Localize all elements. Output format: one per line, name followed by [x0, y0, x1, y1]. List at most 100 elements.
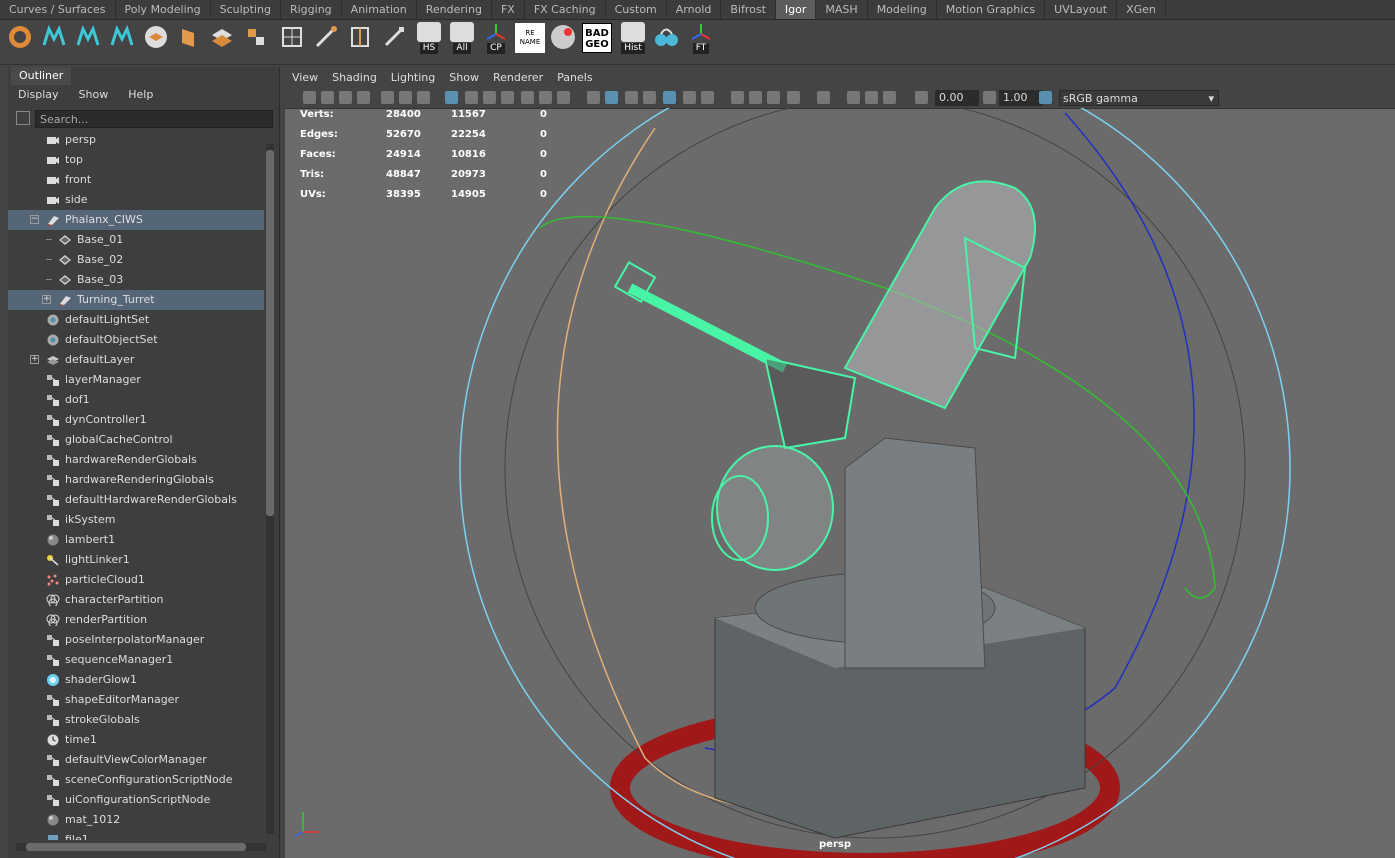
box-icon[interactable]	[174, 23, 202, 51]
outliner-item-sequencemanager1[interactable]: sequenceManager1	[8, 650, 264, 670]
outliner-item-defaultobjectset[interactable]: defaultObjectSet	[8, 330, 264, 350]
outliner-item-poseinterpolatormanager[interactable]: poseInterpolatorManager	[8, 630, 264, 650]
curve-pen-icon[interactable]	[312, 23, 340, 51]
viewport-menu-view[interactable]: View	[285, 68, 325, 88]
grab-shelf-icon[interactable]	[6, 23, 34, 51]
stack-icon[interactable]	[142, 23, 170, 51]
collapse-icon[interactable]: −	[30, 215, 39, 224]
outliner-item-strokeglobals[interactable]: strokeGlobals	[8, 710, 264, 730]
outliner-item-side[interactable]: side	[8, 190, 264, 210]
viewport-menu-shading[interactable]: Shading	[325, 68, 384, 88]
outliner-item-turning-turret[interactable]: + Turning_Turret	[8, 290, 264, 310]
shelf-tab-rendering[interactable]: Rendering	[417, 0, 492, 19]
outliner-item-defaulthardwarerenderglobals[interactable]: defaultHardwareRenderGlobals	[8, 490, 264, 510]
viewport-menu-renderer[interactable]: Renderer	[486, 68, 550, 88]
xray-active-icon[interactable]	[865, 91, 878, 104]
select-camera-icon[interactable]	[303, 91, 316, 104]
outliner-item-shapeeditormanager[interactable]: shapeEditorManager	[8, 690, 264, 710]
isolate-select-icon[interactable]	[817, 91, 830, 104]
xray-icon[interactable]	[847, 91, 860, 104]
layers-icon[interactable]	[208, 23, 236, 51]
motion-blur-icon[interactable]	[749, 91, 762, 104]
outliner-item-iksystem[interactable]: ikSystem	[8, 510, 264, 530]
outliner-item-shaderglow1[interactable]: shaderGlow1	[8, 670, 264, 690]
outliner-item-base-01[interactable]: Base_01	[8, 230, 264, 250]
grid-squares-icon[interactable]	[242, 23, 270, 51]
outliner-tab[interactable]: Outliner	[11, 67, 72, 85]
cp-button[interactable]: CP	[481, 22, 511, 56]
shelf-tab-fx-caching[interactable]: FX Caching	[525, 0, 606, 19]
outliner-item-defaultlayer[interactable]: + defaultLayer	[8, 350, 264, 370]
default-material-icon[interactable]	[625, 91, 638, 104]
xray-joints-icon[interactable]	[883, 91, 896, 104]
wireframe-on-shaded-icon[interactable]	[643, 91, 656, 104]
grid-toggle-icon[interactable]	[445, 91, 458, 104]
rename-button[interactable]: RE NAME	[515, 23, 545, 53]
outliner-item-base-02[interactable]: Base_02	[8, 250, 264, 270]
outliner-item-characterpartition[interactable]: characterPartition	[8, 590, 264, 610]
shadows-icon[interactable]	[701, 91, 714, 104]
hist-button[interactable]: Hist	[618, 22, 648, 56]
bad-geo-button[interactable]: BAD GEO	[582, 23, 612, 53]
color-management-toggle-icon[interactable]	[1039, 91, 1052, 104]
camera-lock-icon[interactable]	[321, 91, 334, 104]
safe-action-icon[interactable]	[539, 91, 552, 104]
sphere-icon[interactable]	[549, 23, 577, 51]
textured-icon[interactable]	[663, 91, 676, 104]
outliner-menu-display[interactable]: Display	[8, 85, 69, 105]
image-plane-icon[interactable]	[381, 91, 394, 104]
gamma-field[interactable]: 1.00	[999, 90, 1043, 106]
ft-button[interactable]: FT	[686, 22, 716, 56]
outliner-vertical-scrollbar[interactable]	[266, 144, 274, 834]
multisample-aa-icon[interactable]	[767, 91, 780, 104]
outliner-item-phalanx-ciws[interactable]: − Phalanx_CIWS	[8, 210, 264, 230]
all-button[interactable]: All	[447, 22, 477, 56]
exposure-icon[interactable]	[915, 91, 928, 104]
film-gate-icon[interactable]	[465, 91, 478, 104]
paint-brush-icon[interactable]	[380, 23, 408, 51]
exposure-field[interactable]: 0.00	[935, 90, 979, 106]
camera-attributes-icon[interactable]	[339, 91, 352, 104]
uv-grid-icon[interactable]	[278, 23, 306, 51]
shelf-tab-modeling[interactable]: Modeling	[868, 0, 937, 19]
ambient-occlusion-icon[interactable]	[731, 91, 744, 104]
maya-logo-icon[interactable]	[40, 23, 68, 51]
outliner-item-file1[interactable]: file1	[8, 830, 264, 840]
outliner-menu-help[interactable]: Help	[118, 85, 163, 105]
outliner-item-defaultlightset[interactable]: defaultLightSet	[8, 310, 264, 330]
maya-logo-icon[interactable]	[108, 23, 136, 51]
shelf-tab-igor[interactable]: Igor	[775, 0, 817, 19]
shelf-tab-custom[interactable]: Custom	[606, 0, 667, 19]
shelf-tab-mash[interactable]: MASH	[816, 0, 868, 19]
outliner-item-lambert1[interactable]: lambert1	[8, 530, 264, 550]
outliner-horizontal-scrollbar[interactable]	[16, 843, 266, 851]
viewport-menu-show[interactable]: Show	[442, 68, 486, 88]
grease-pencil-icon[interactable]	[417, 91, 430, 104]
shelf-tab-sculpting[interactable]: Sculpting	[211, 0, 281, 19]
color-space-dropdown[interactable]: sRGB gamma ▾	[1059, 90, 1219, 106]
outliner-item-uiconfigurationscriptnode[interactable]: uiConfigurationScriptNode	[8, 790, 264, 810]
outliner-item-hardwarerenderglobals[interactable]: hardwareRenderGlobals	[8, 450, 264, 470]
outliner-item-renderpartition[interactable]: renderPartition	[8, 610, 264, 630]
maya-logo-icon[interactable]	[74, 23, 102, 51]
gamma-icon[interactable]	[983, 91, 996, 104]
outliner-menu-show[interactable]: Show	[69, 85, 119, 105]
shelf-tab-rigging[interactable]: Rigging	[281, 0, 342, 19]
outliner-item-base-03[interactable]: Base_03	[8, 270, 264, 290]
viewport-menu-panels[interactable]: Panels	[550, 68, 599, 88]
viewport-panel[interactable]: View Shading Lighting Show Renderer Panels 0.…	[285, 68, 1395, 858]
shelf-tab-motion-graphics[interactable]: Motion Graphics	[937, 0, 1046, 19]
outliner-item-top[interactable]: top	[8, 150, 264, 170]
resolution-gate-icon[interactable]	[483, 91, 496, 104]
shelf-tab-bifrost[interactable]: Bifrost	[721, 0, 776, 19]
outliner-item-lightlinker1[interactable]: lightLinker1	[8, 550, 264, 570]
expand-icon[interactable]: +	[30, 355, 39, 364]
hs-button[interactable]: HS	[414, 22, 444, 56]
field-chart-icon[interactable]	[521, 91, 534, 104]
two-d-pan-icon[interactable]	[399, 91, 412, 104]
gate-mask-icon[interactable]	[501, 91, 514, 104]
shelf-tab-arnold[interactable]: Arnold	[667, 0, 722, 19]
expand-icon[interactable]: +	[42, 295, 51, 304]
shelf-tab-curves-surfaces[interactable]: Curves / Surfaces	[0, 0, 116, 19]
magnet-icon[interactable]	[652, 23, 680, 51]
